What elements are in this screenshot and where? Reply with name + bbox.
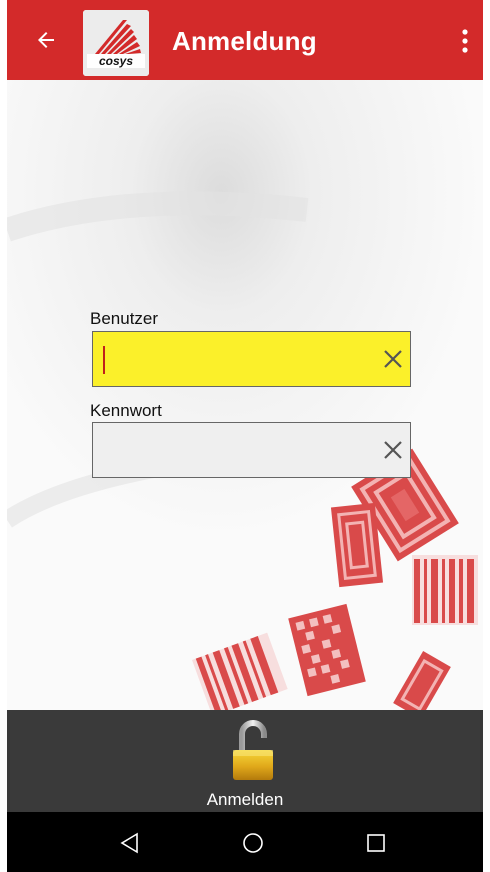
overflow-menu-button[interactable] bbox=[457, 28, 473, 54]
username-clear-button[interactable] bbox=[382, 348, 404, 370]
password-field[interactable] bbox=[92, 422, 411, 478]
login-screen: cosys Anmeldung Benutzer Kennwort Anmeld… bbox=[0, 0, 490, 872]
back-button[interactable] bbox=[34, 28, 58, 52]
login-button[interactable] bbox=[230, 720, 276, 782]
close-icon bbox=[384, 350, 402, 368]
password-input[interactable] bbox=[101, 423, 371, 477]
system-nav-bar bbox=[7, 812, 483, 872]
nav-recents-icon bbox=[367, 834, 385, 852]
login-button-label[interactable]: Anmelden bbox=[7, 790, 483, 810]
arrow-left-icon bbox=[38, 32, 54, 48]
nav-home-icon bbox=[243, 833, 263, 853]
background-artwork bbox=[7, 80, 483, 710]
bottom-action-bar: Anmelden bbox=[7, 710, 483, 812]
nav-back-button[interactable] bbox=[117, 830, 143, 856]
cosys-logo-icon: cosys bbox=[83, 10, 149, 76]
app-bar: cosys Anmeldung bbox=[7, 0, 483, 80]
close-icon bbox=[384, 441, 402, 459]
page-title: Anmeldung bbox=[172, 26, 317, 56]
more-vert-icon bbox=[462, 29, 468, 53]
padlock-open-icon bbox=[233, 720, 273, 780]
login-form-area: Benutzer Kennwort bbox=[7, 80, 483, 710]
logo-text: cosys bbox=[99, 54, 133, 68]
username-label: Benutzer bbox=[90, 309, 159, 328]
nav-back-icon bbox=[120, 832, 138, 854]
password-clear-button[interactable] bbox=[382, 439, 404, 461]
nav-home-button[interactable] bbox=[240, 830, 266, 856]
password-label: Kennwort bbox=[90, 401, 162, 420]
app-logo: cosys bbox=[83, 10, 149, 76]
username-input[interactable] bbox=[101, 332, 371, 386]
nav-recents-button[interactable] bbox=[363, 830, 389, 856]
username-field[interactable] bbox=[92, 331, 411, 387]
